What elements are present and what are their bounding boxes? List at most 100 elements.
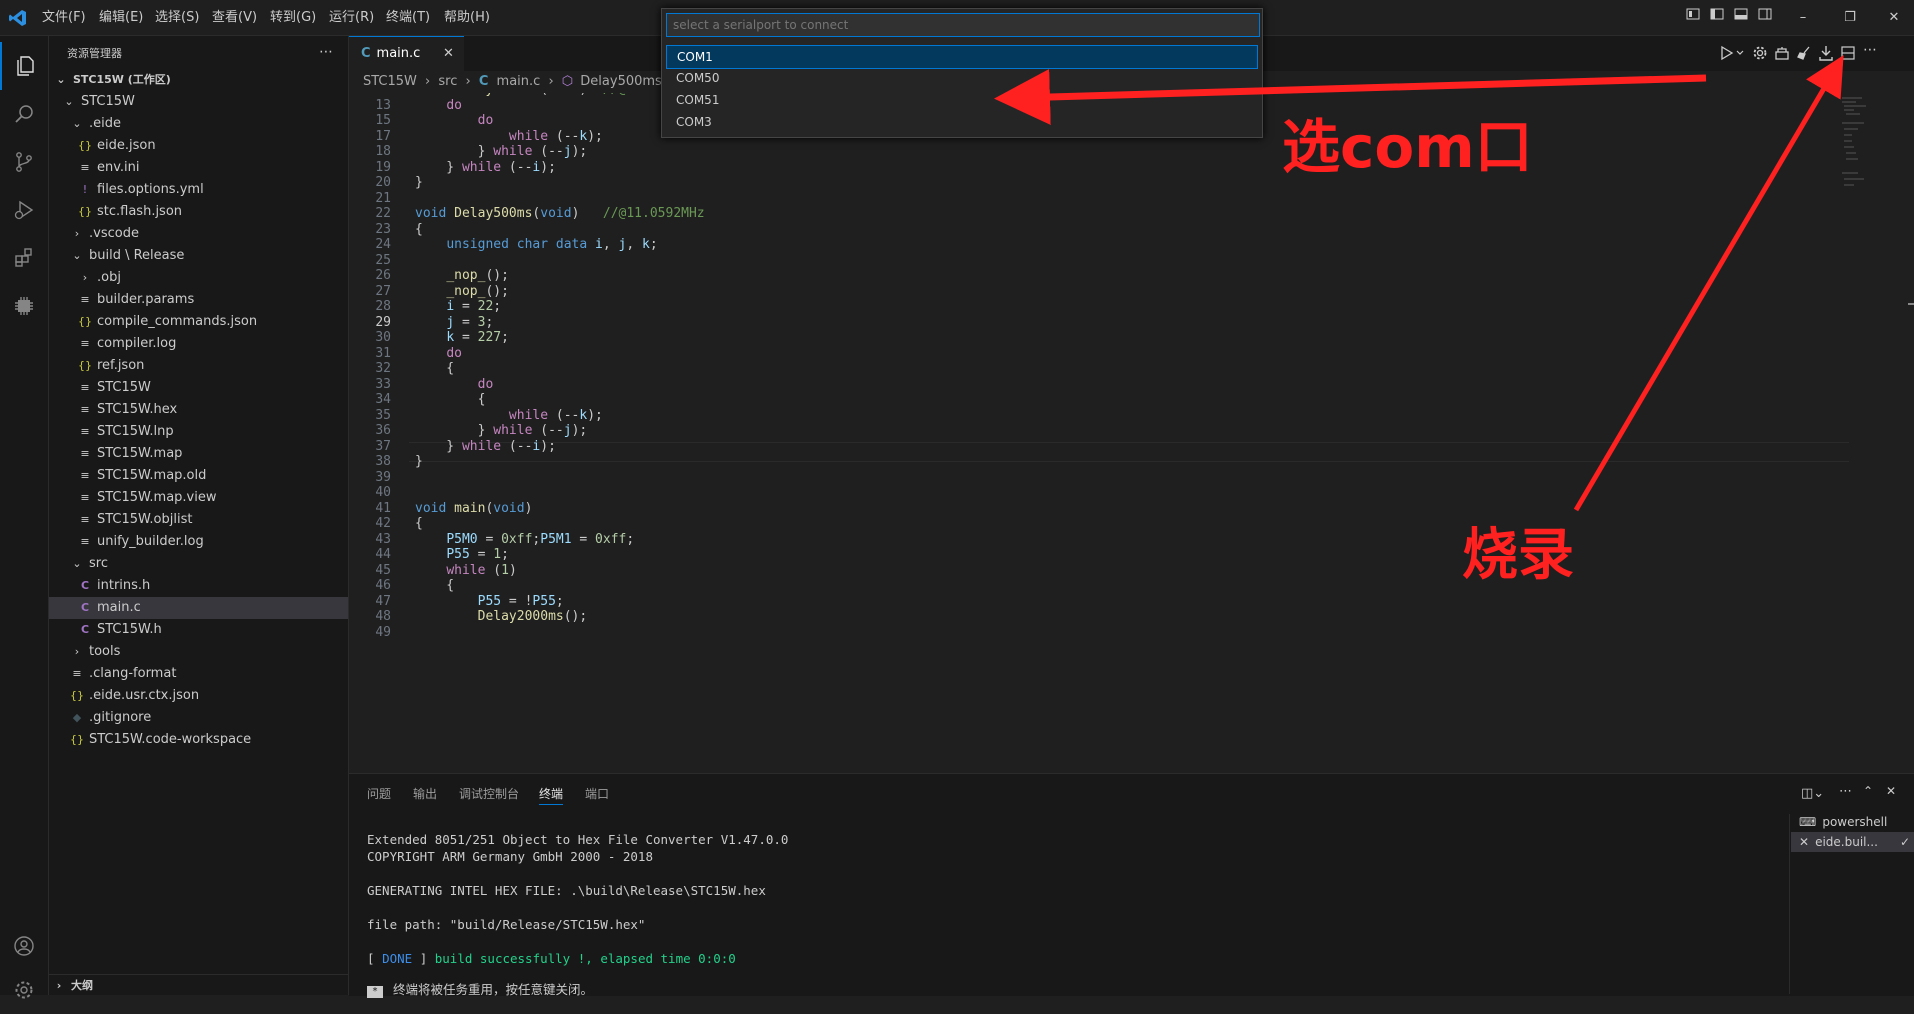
json-file-icon: {} <box>70 689 84 702</box>
build-gear-icon[interactable] <box>1752 45 1768 65</box>
maximize-panel-icon[interactable]: ⌃ <box>1863 784 1873 798</box>
tree-item[interactable]: › .vscode <box>49 223 348 245</box>
tree-item[interactable]: ⌄ build \ Release <box>49 245 348 267</box>
tree-item[interactable]: {} STC15W.code-workspace <box>49 729 348 751</box>
minimap[interactable] <box>1794 93 1914 773</box>
tab-ports[interactable]: 端口 <box>585 784 609 804</box>
tree-item[interactable]: ≡ STC15W.map.view <box>49 487 348 509</box>
serialport-filter-input[interactable] <box>666 13 1260 37</box>
tree-item[interactable]: {} eide.json <box>49 135 348 157</box>
menu-item[interactable]: 选择(S) <box>155 0 199 35</box>
tree-item[interactable]: ≡ .clang-format <box>49 663 348 685</box>
tree-item[interactable]: ≡ STC15W.lnp <box>49 421 348 443</box>
tree-item-label: STC15W <box>97 380 151 395</box>
tree-item-label: stc.flash.json <box>97 204 183 219</box>
more-actions-icon[interactable]: ⋯ <box>319 36 333 71</box>
serialport-option-label: COM51 <box>676 93 720 107</box>
menu-item[interactable]: 转到(G) <box>270 0 316 35</box>
workspace-header[interactable]: ⌄ STC15W (工作区) <box>49 69 348 91</box>
c-file-icon: C <box>80 579 90 592</box>
menu-item[interactable]: 终端(T) <box>386 0 430 35</box>
tree-item[interactable]: ≡ unify_builder.log <box>49 531 348 553</box>
tree-item-label: .vscode <box>89 226 139 241</box>
tree-item[interactable]: {} compile_commands.json <box>49 311 348 333</box>
tree-item[interactable]: ≡ builder.params <box>49 289 348 311</box>
breadcrumb-item[interactable]: STC15W <box>363 74 417 89</box>
tree-item-label: STC15W.code-workspace <box>89 732 252 747</box>
tab-main-c[interactable]: Cmain.c ✕ <box>349 36 464 72</box>
extensions-icon[interactable] <box>0 234 48 282</box>
run-icon[interactable] <box>1719 44 1745 66</box>
search-icon[interactable] <box>0 90 48 138</box>
tree-item-label: STC15W.map <box>97 446 183 461</box>
close-window-icon[interactable]: ✕ <box>1874 0 1914 35</box>
editor-more-icon[interactable]: ⋯ <box>1863 42 1877 58</box>
done-message: build successfully !, elapsed time 0:0:0 <box>434 951 736 966</box>
code-line: } <box>415 454 423 469</box>
tree-item[interactable]: ! files.options.yml <box>49 179 348 201</box>
eide-chip-icon[interactable] <box>0 282 48 330</box>
minimize-icon[interactable]: – <box>1783 0 1823 35</box>
serialport-option[interactable]: COM1 <box>666 45 1258 69</box>
tree-item[interactable]: {} .eide.usr.ctx.json <box>49 685 348 707</box>
chevron-right-icon: › <box>56 979 62 992</box>
tree-item[interactable]: ≡ env.ini <box>49 157 348 179</box>
panel-more-icon[interactable]: ⋯ <box>1839 784 1852 799</box>
tab-terminal[interactable]: 终端 <box>539 784 564 805</box>
git-file-icon: ◆ <box>72 711 82 724</box>
tree-item[interactable]: ⌄ .eide <box>49 113 348 135</box>
explorer-icon[interactable] <box>0 42 50 90</box>
restore-icon[interactable]: ❐ <box>1830 0 1870 35</box>
tree-item[interactable]: ≡ STC15W.map.old <box>49 465 348 487</box>
tree-item[interactable]: ≡ STC15W.map <box>49 443 348 465</box>
toggle-secondary-sidebar-icon[interactable] <box>1745 0 1785 35</box>
tree-item[interactable]: ≡ STC15W.objlist <box>49 509 348 531</box>
menu-item[interactable]: 运行(R) <box>329 0 374 35</box>
tree-item[interactable]: › tools <box>49 641 348 663</box>
menu-item[interactable]: 编辑(E) <box>99 0 143 35</box>
close-tab-icon[interactable]: ✕ <box>443 37 454 71</box>
tree-item[interactable]: Cintrins.h <box>49 575 348 597</box>
split-editor-icon[interactable] <box>1840 45 1856 65</box>
menu-item[interactable]: 文件(F) <box>42 0 86 35</box>
tree-item[interactable]: ≡ STC15W <box>49 377 348 399</box>
tree-item[interactable]: ≡ STC15W.hex <box>49 399 348 421</box>
json-file-icon: {} <box>78 359 92 372</box>
close-panel-icon[interactable]: ✕ <box>1886 784 1896 798</box>
terminal-instance[interactable]: ✕ eide.buil... ✓ <box>1791 832 1914 852</box>
serialport-option[interactable]: COM51 <box>666 89 1256 111</box>
account-icon[interactable] <box>0 922 48 970</box>
clean-broom-icon[interactable] <box>1796 45 1812 65</box>
manage-gear-icon[interactable] <box>0 966 48 1014</box>
tree-item[interactable]: ⌄ src <box>49 553 348 575</box>
current-line-highlight <box>409 442 1849 462</box>
download-flash-icon[interactable] <box>1818 45 1834 65</box>
run-debug-icon[interactable] <box>0 186 48 234</box>
outline-section[interactable]: › 大纲 <box>49 974 348 996</box>
terminal-split-icon[interactable]: ◫⌄ <box>1801 786 1824 801</box>
tab-output[interactable]: 输出 <box>413 784 437 804</box>
rebuild-icon[interactable] <box>1774 45 1790 65</box>
tree-item-label: builder.params <box>97 292 195 307</box>
breadcrumb-item[interactable]: main.c <box>497 74 541 89</box>
menu-item[interactable]: 查看(V) <box>212 0 257 35</box>
terminal-instance[interactable]: ⌨ powershell <box>1791 812 1914 832</box>
source-control-icon[interactable] <box>0 138 48 186</box>
serialport-option[interactable]: COM50 <box>666 67 1256 89</box>
menu-item[interactable]: 帮助(H) <box>444 0 490 35</box>
tree-item[interactable]: C STC15W.h <box>49 619 348 641</box>
terminal-reuse-line: * 终端将被任务重用，按任意键关闭。 <box>367 979 593 998</box>
breadcrumb-item[interactable]: src <box>438 74 457 89</box>
tree-item[interactable]: ≡ compiler.log <box>49 333 348 355</box>
code-editor[interactable]: 4void Delay2000ms(void) //@11.0592MHz13 … <box>349 93 1914 773</box>
tree-item[interactable]: ⌄ STC15W <box>49 91 348 113</box>
tree-item[interactable]: {} stc.flash.json <box>49 201 348 223</box>
tab-debug-console[interactable]: 调试控制台 <box>459 784 519 804</box>
tree-item[interactable]: {} ref.json <box>49 355 348 377</box>
tree-item[interactable]: ◆ .gitignore <box>49 707 348 729</box>
tree-item-label: unify_builder.log <box>97 534 204 549</box>
tab-problems[interactable]: 问题 <box>367 784 391 804</box>
tree-item[interactable]: › .obj <box>49 267 348 289</box>
serialport-option[interactable]: COM3 <box>666 111 1256 133</box>
tree-item[interactable]: Cmain.c <box>49 597 348 619</box>
